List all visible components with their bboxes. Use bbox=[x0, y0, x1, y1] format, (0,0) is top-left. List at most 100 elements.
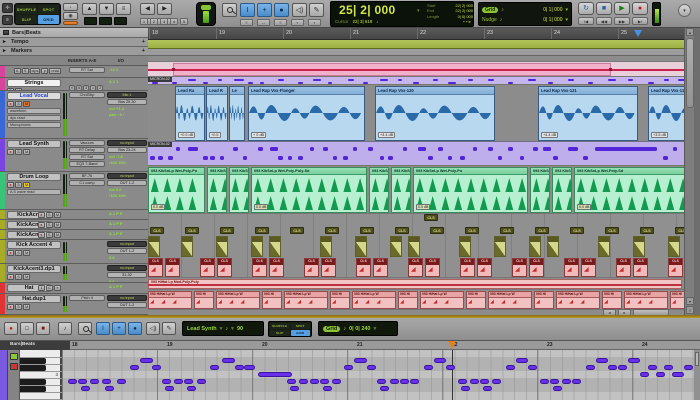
midi-note[interactable] bbox=[508, 147, 513, 151]
hihat-clip[interactable]: 093 HiHat Lp W ◢ ◢ ◢ bbox=[624, 291, 668, 309]
track-button-●[interactable]: ● bbox=[7, 182, 14, 188]
drum-clip[interactable]: 093 KikSn bbox=[530, 167, 550, 213]
midi-note[interactable] bbox=[68, 379, 77, 384]
hihat-clip[interactable]: 093 HiHat Lp W ◢ ◢ ◢ bbox=[284, 291, 328, 309]
midi-note[interactable] bbox=[410, 379, 419, 384]
cls-red-clip[interactable]: CLS ◢ bbox=[616, 258, 631, 277]
midi-dash[interactable] bbox=[568, 79, 574, 82]
scrollbar-thumb[interactable] bbox=[686, 38, 694, 108]
midi-bar-number-21[interactable]: 21 bbox=[357, 342, 363, 348]
hihat-clip[interactable]: 093 HiHat Lp W ◢ ◢ ◢ bbox=[216, 291, 260, 309]
cls-red-clip[interactable]: CLS ◢ bbox=[373, 258, 388, 277]
cls-clip-badge[interactable]: CLS bbox=[500, 227, 514, 234]
midi-note[interactable] bbox=[520, 156, 524, 160]
cls-red-clip[interactable]: CLS ◢ bbox=[165, 258, 180, 277]
io-value[interactable]: OUT 1-2 bbox=[107, 248, 147, 254]
midi-note[interactable] bbox=[550, 379, 559, 384]
drum-clip[interactable]: 093 KikSn bbox=[229, 167, 249, 213]
track-button-m[interactable]: M bbox=[23, 149, 31, 155]
mode-spot-button[interactable]: SPOT bbox=[290, 323, 310, 329]
cls-red-clip[interactable]: CLS ◢ bbox=[217, 258, 232, 277]
zoom-preset-4[interactable]: 4 bbox=[170, 18, 178, 25]
track-button-s[interactable]: S bbox=[15, 101, 22, 107]
cls-clip-badge[interactable]: CLS bbox=[675, 227, 684, 234]
audio-clip-lead-rap-vox-121[interactable]: Lead Rap Vox-121 +4.4 dB bbox=[538, 86, 638, 141]
midi-dash[interactable] bbox=[218, 79, 222, 82]
midi-note[interactable] bbox=[684, 365, 693, 370]
midi-note[interactable] bbox=[90, 379, 99, 384]
transport-button-3[interactable]: ● bbox=[632, 2, 648, 15]
markers-add-icon[interactable]: + bbox=[142, 48, 145, 54]
bars-beats-ruler-row[interactable]: Bars|Beats bbox=[0, 28, 148, 38]
midi-track-selector[interactable]: Lead Synth ▾ ♪ ▾ 90 bbox=[182, 321, 264, 336]
midi-record-button[interactable]: ● bbox=[4, 322, 18, 335]
transport-button-0[interactable]: ↻ bbox=[578, 2, 594, 15]
midi-note[interactable] bbox=[640, 372, 649, 377]
io-value[interactable]: no input bbox=[107, 241, 147, 247]
track-row-strings[interactable]: Strings S M V A 3 1 2 A 2 1 bbox=[0, 78, 148, 91]
midi-note[interactable] bbox=[158, 156, 163, 160]
nudge-value[interactable]: 0| 1| 000 bbox=[543, 17, 562, 23]
io-value[interactable]: A 1 P P bbox=[107, 284, 147, 290]
midi-note[interactable] bbox=[310, 147, 314, 151]
track-button-●[interactable]: ● bbox=[37, 212, 45, 218]
midi-note[interactable] bbox=[353, 147, 357, 151]
transport-skip-button-3[interactable]: ▶I bbox=[632, 17, 648, 25]
midi-note[interactable] bbox=[187, 386, 196, 391]
mode-spot-button[interactable]: SPOT bbox=[38, 5, 59, 14]
midi-note[interactable] bbox=[492, 379, 501, 384]
midi-dash[interactable] bbox=[628, 79, 633, 82]
bar-number-20[interactable]: 20 bbox=[286, 30, 292, 36]
midi-note[interactable] bbox=[320, 379, 329, 384]
ruler-grid-icon[interactable] bbox=[3, 30, 9, 35]
midi-note[interactable] bbox=[400, 379, 409, 384]
midi-note[interactable] bbox=[176, 147, 180, 151]
kick-accent-lanes[interactable]: CLS CLS CLS CLS CLS CLS CLS CLS CLS CLS CLS CLS CLS C… bbox=[148, 214, 684, 278]
track-button-read[interactable]: read bbox=[49, 68, 61, 74]
midi-note[interactable] bbox=[287, 379, 296, 384]
cls-tall-clip[interactable] bbox=[408, 236, 420, 257]
cls-clip-badge[interactable]: CLS bbox=[535, 227, 549, 234]
drum-clip[interactable]: 093 KikSn bbox=[207, 167, 227, 213]
zoom-scroll-icon[interactable]: ≡ bbox=[686, 306, 694, 314]
midi-note[interactable] bbox=[608, 365, 617, 370]
midi-note[interactable] bbox=[220, 156, 224, 160]
io-value[interactable]: OUT 1-2 bbox=[107, 302, 147, 308]
mode-slip-button[interactable]: SLIP bbox=[16, 15, 37, 24]
midi-bar-number-19[interactable]: 19 bbox=[167, 342, 173, 348]
transport-button-2[interactable]: ▶ bbox=[614, 2, 630, 15]
grid-dropdown-icon[interactable]: ▾ bbox=[565, 7, 568, 13]
midi-note[interactable] bbox=[480, 379, 489, 384]
selector-tool-button[interactable]: + bbox=[257, 3, 272, 17]
insert-slot[interactable]: RT Sat bbox=[69, 67, 105, 73]
insert-slot[interactable]: BF-76 bbox=[69, 173, 105, 179]
track-row-lead-vocal[interactable]: Lead Vocal ● S Mwaveform dyn read Monophonic C… bbox=[0, 91, 148, 139]
mode-shuffle-button[interactable]: SHUFFLE bbox=[16, 5, 37, 14]
midi-note[interactable] bbox=[672, 372, 684, 377]
hihat-clip[interactable]: 093 Hi ◢ bbox=[330, 291, 350, 309]
track-button-m[interactable]: M bbox=[23, 304, 31, 310]
link-button-3[interactable]: ▪ bbox=[291, 19, 304, 26]
midi-note[interactable] bbox=[197, 379, 206, 384]
track-button-●[interactable]: ● bbox=[37, 222, 45, 228]
midi-note[interactable] bbox=[343, 156, 348, 160]
zoom-preset-1[interactable]: 1 bbox=[140, 18, 148, 25]
cls-clip-badge[interactable]: CLS bbox=[395, 227, 409, 234]
nudge-note-icon[interactable]: ♪ bbox=[500, 17, 503, 23]
midi-note[interactable] bbox=[210, 365, 219, 370]
bar-number-21[interactable]: 21 bbox=[353, 30, 359, 36]
midi-note[interactable] bbox=[152, 365, 161, 370]
grid-label[interactable]: Grid bbox=[482, 7, 499, 13]
midi-note[interactable] bbox=[568, 147, 578, 151]
track-name[interactable]: KickAcent3.dp1 bbox=[7, 265, 61, 273]
track-button-●[interactable]: ● bbox=[7, 101, 14, 107]
midi-note[interactable] bbox=[553, 386, 562, 391]
drum-clip[interactable]: 093 KikSnLp Wet-Poly-Sd 0.0 dB bbox=[574, 167, 684, 213]
midi-note[interactable] bbox=[498, 156, 502, 160]
hihat-clip[interactable]: 093 Hi ◢ bbox=[194, 291, 214, 309]
midi-dash[interactable] bbox=[433, 79, 438, 82]
drum-clip[interactable]: 093 KikSnLp Wet-Poly-Po 0.0 dB bbox=[413, 167, 528, 213]
notation-view-button[interactable]: ♪ bbox=[58, 322, 72, 335]
track-button-m[interactable]: M bbox=[23, 274, 31, 280]
cls-clip-badge[interactable]: CLS bbox=[430, 227, 444, 234]
